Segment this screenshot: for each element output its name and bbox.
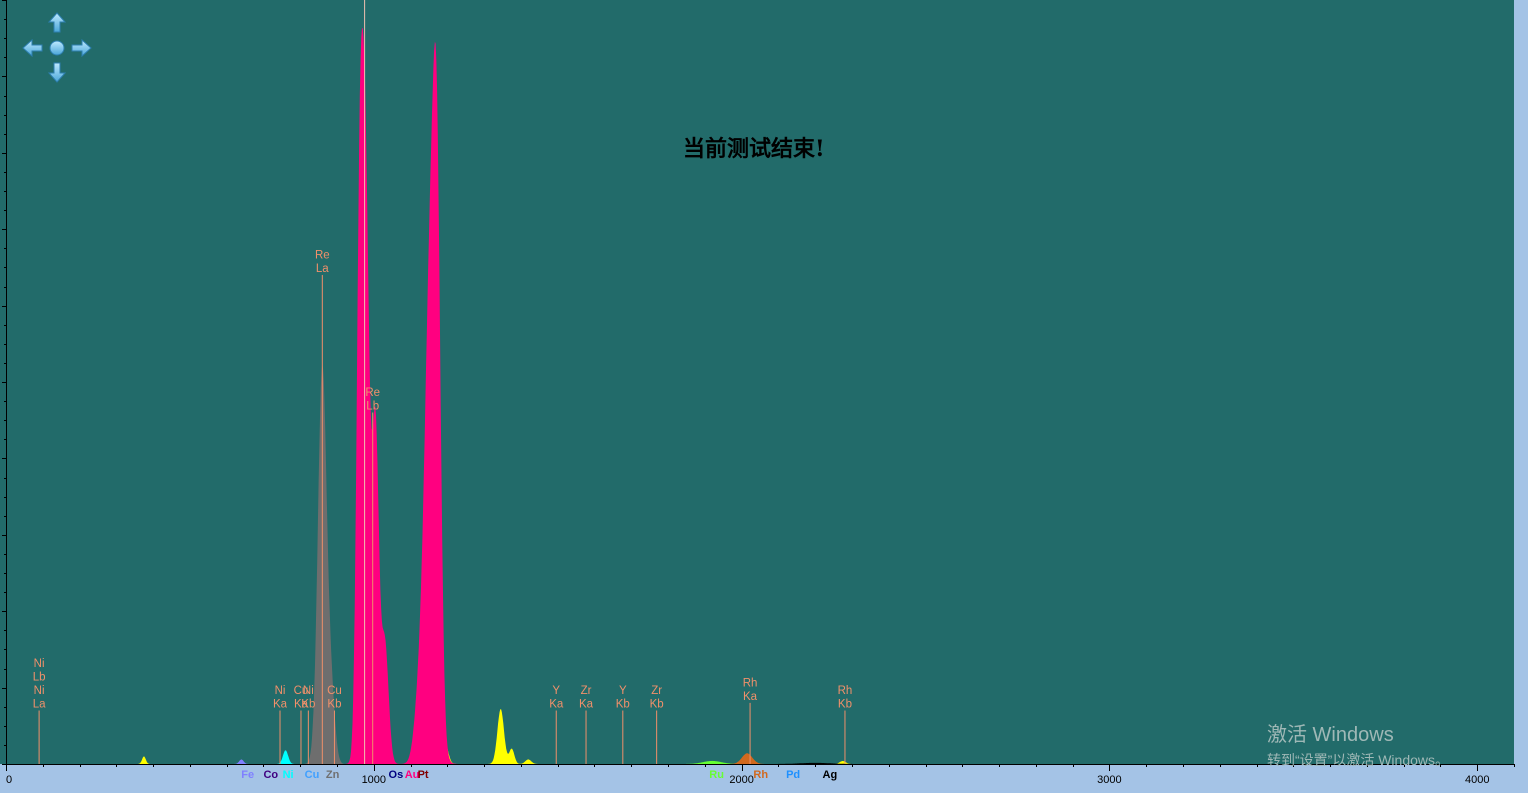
peak-marker-label: Re — [315, 250, 330, 262]
x-tick-label: 4000 — [1465, 774, 1489, 786]
peak-marker-label: Cu — [327, 685, 342, 697]
element-marker-pt[interactable]: Pt — [418, 769, 429, 781]
element-marker-rh[interactable]: Rh — [753, 769, 768, 781]
center-dot-icon[interactable] — [49, 40, 65, 56]
peak-marker-label: Ni — [34, 658, 45, 670]
peak-marker-label: Lb — [366, 401, 379, 413]
peak-marker-label: Ka — [549, 699, 564, 711]
peak-marker-label: Ka — [579, 699, 594, 711]
watermark-title: 激活 Windows — [1267, 724, 1394, 746]
right-frame — [1514, 0, 1528, 764]
arrow-down-icon[interactable] — [47, 62, 67, 83]
peak-marker-label: Zr — [581, 685, 592, 697]
element-marker-pd[interactable]: Pd — [786, 769, 800, 781]
peak-marker-label: Kb — [838, 699, 852, 711]
element-marker-zn[interactable]: Zn — [326, 769, 340, 781]
element-marker-fe[interactable]: Fe — [241, 769, 254, 781]
peak-marker-label: Ni — [303, 685, 314, 697]
element-marker-ag[interactable]: Ag — [823, 769, 838, 781]
element-marker-co[interactable]: Co — [263, 769, 278, 781]
navigation-pad[interactable] — [20, 10, 94, 84]
x-tick-label: 1000 — [362, 774, 386, 786]
peak-marker-label: Y — [552, 685, 560, 697]
status-message: 当前测试结束! — [683, 136, 825, 162]
peak-marker-label: Kb — [616, 699, 630, 711]
arrow-left-icon[interactable] — [22, 38, 43, 58]
activation-watermark: 激活 Windows 转到“设置”以激活 Windows。 — [1267, 718, 1449, 770]
x-tick-label: 3000 — [1097, 774, 1121, 786]
x-tick-label: 2000 — [729, 774, 753, 786]
peak-marker-label: Zr — [651, 685, 662, 697]
peak-marker-label: Kb — [301, 699, 315, 711]
peak-marker-label: Ka — [743, 691, 758, 703]
x-tick-label: 0 — [6, 774, 12, 786]
element-marker-os[interactable]: Os — [389, 769, 404, 781]
element-marker-ni[interactable]: Ni — [283, 769, 294, 781]
arrow-right-icon[interactable] — [71, 38, 92, 58]
arrow-up-icon[interactable] — [47, 12, 67, 33]
peak-marker-label: Re — [365, 387, 380, 399]
peak-marker-label: Ni — [34, 685, 45, 697]
watermark-subtitle: 转到“设置”以激活 Windows。 — [1267, 752, 1450, 768]
peak-marker-label: Kb — [327, 699, 341, 711]
peak-marker-label: La — [33, 699, 46, 711]
peak-marker-label: Rh — [838, 685, 853, 697]
peak-marker-label: Ni — [275, 685, 286, 697]
peak-marker-label: Ka — [273, 699, 288, 711]
peak-marker-label: Lb — [33, 672, 46, 684]
peak-marker-label: Y — [619, 685, 627, 697]
plot-background — [0, 0, 1528, 793]
peak-marker-label: Rh — [743, 677, 758, 689]
spectrum-chart[interactable]: NiLbNiLaNiKaCuKaNiKbCuKbReLaReLbYKaZrKaY… — [0, 0, 1528, 793]
element-marker-ru[interactable]: Ru — [709, 769, 724, 781]
peak-marker-label: Kb — [650, 699, 664, 711]
element-marker-cu[interactable]: Cu — [305, 769, 320, 781]
peak-marker-label: La — [316, 263, 329, 275]
